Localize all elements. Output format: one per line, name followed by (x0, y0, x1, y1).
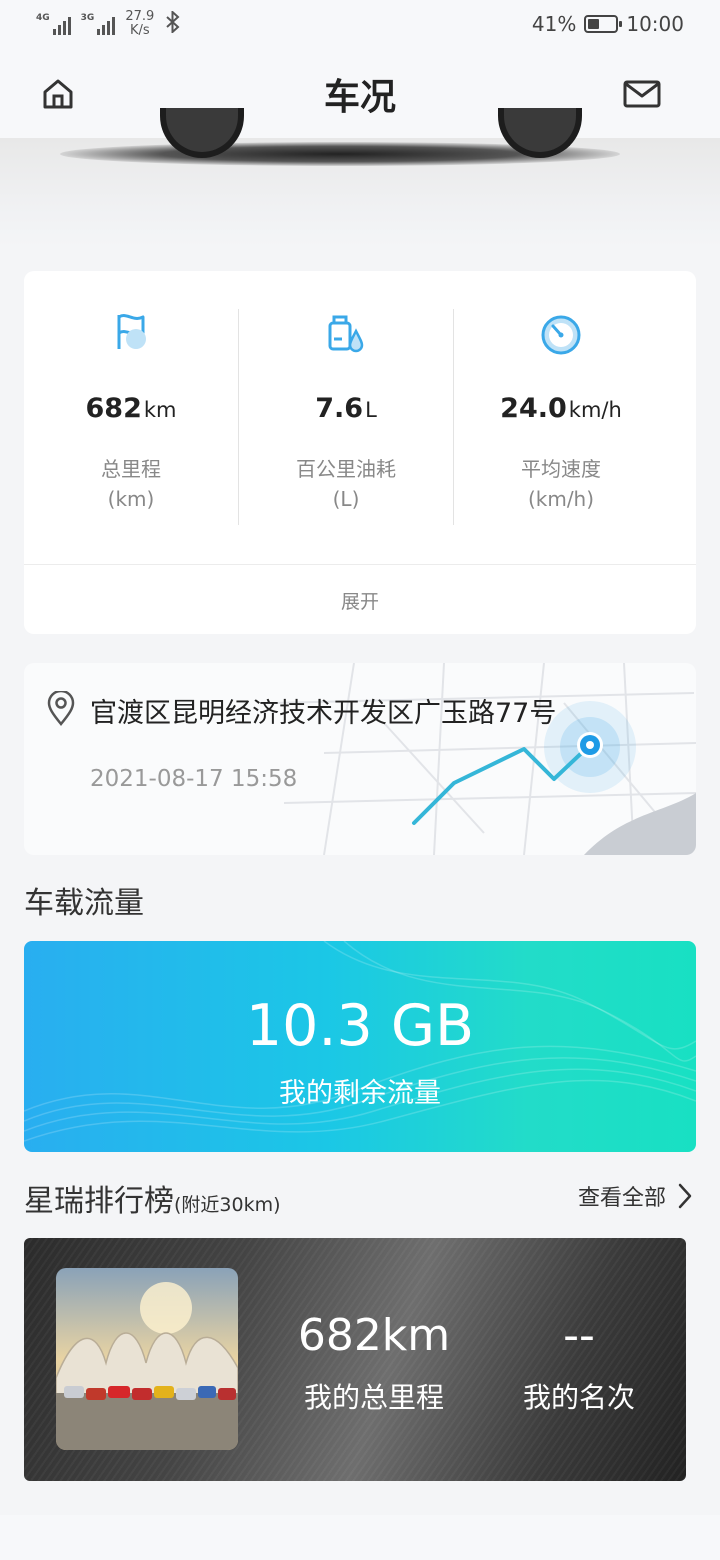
ranking-photo (56, 1268, 238, 1450)
stat-fuel-consumption: 7.6L 百公里油耗 (L) (239, 309, 453, 514)
fuel-icon (328, 315, 364, 353)
stat-value: 7.6 (315, 393, 364, 424)
signal-icon-2: 3G (81, 13, 116, 35)
my-mileage-value: 682km (297, 1310, 451, 1361)
remaining-data-value: 10.3 GB (245, 993, 475, 1059)
stat-total-mileage: 682km 总里程 (km) (24, 309, 238, 514)
network-speed: 27.9 K/s (125, 10, 154, 38)
page-title: 车况 (323, 77, 396, 118)
app-header: 车况 (0, 52, 720, 138)
status-bar: 4G 3G 27.9 K/s 41% 10:00 (0, 0, 720, 52)
divider (24, 564, 696, 565)
stat-label-unit: (L) (332, 487, 360, 511)
stat-label: 百公里油耗 (296, 457, 396, 481)
view-all-button[interactable]: 查看全部 (578, 1180, 692, 1212)
battery-icon (584, 15, 623, 33)
status-right: 41% 10:00 (532, 12, 684, 36)
network-speed-value: 27.9 (125, 9, 155, 24)
stat-unit: km/h (568, 398, 622, 422)
location-time: 2021-08-17 15:58 (90, 766, 298, 792)
status-left: 4G 3G 27.9 K/s (36, 9, 182, 38)
my-rank-value: -- (563, 1310, 595, 1361)
network-speed-unit: K/s (129, 23, 150, 38)
bluetooth-icon (164, 9, 182, 38)
flag-icon (117, 314, 146, 349)
ranking-card[interactable]: 682km 我的总里程 -- 我的名次 (24, 1238, 686, 1481)
mail-icon (623, 80, 661, 108)
chevron-right-icon (678, 1183, 692, 1209)
network-type-1: 4G (36, 13, 50, 23)
clock: 10:00 (626, 12, 684, 36)
stat-label-unit: (km/h) (527, 487, 595, 511)
ranking-section-title: 星瑞排行榜(附近30km) (24, 1176, 281, 1220)
stat-unit: km (143, 398, 177, 422)
mail-button[interactable] (618, 70, 666, 118)
stat-label: 平均速度 (521, 457, 601, 481)
speedometer-icon (541, 315, 581, 355)
vehicle-stats-card: 682km 总里程 (km) 7.6L 百公里油耗 (L) 24.0km/h 平… (24, 271, 696, 634)
location-pin-icon (44, 689, 78, 731)
stat-unit: L (365, 398, 377, 422)
ranking-title: 星瑞排行榜 (24, 1184, 174, 1219)
my-mileage-label: 我的总里程 (303, 1381, 444, 1414)
expand-button[interactable]: 展开 (24, 587, 696, 614)
data-section-title: 车载流量 (24, 886, 144, 921)
stat-label-unit: (km) (107, 487, 155, 511)
ranking-subtitle: (附近30km) (174, 1194, 281, 1216)
signal-icon: 4G (36, 13, 71, 35)
car-image (0, 108, 720, 248)
view-all-label: 查看全部 (577, 1186, 666, 1211)
stat-value: 24.0 (500, 393, 567, 424)
location-address: 官渡区昆明经济技术开发区广玉路77号 (90, 698, 557, 729)
stat-label: 总里程 (101, 457, 161, 481)
vehicle-location-card[interactable]: 官渡区昆明经济技术开发区广玉路77号 2021-08-17 15:58 (24, 663, 696, 855)
remaining-data-label: 我的剩余流量 (279, 1078, 441, 1109)
network-type-2: 3G (80, 13, 95, 23)
bottom-area (0, 1515, 720, 1560)
my-rank-label: 我的名次 (522, 1381, 635, 1414)
stat-value: 682 (85, 393, 142, 424)
data-plan-card[interactable]: 10.3 GB 我的剩余流量 (24, 941, 696, 1152)
stat-average-speed: 24.0km/h 平均速度 (km/h) (454, 309, 668, 514)
battery-percent: 41% (531, 12, 577, 36)
